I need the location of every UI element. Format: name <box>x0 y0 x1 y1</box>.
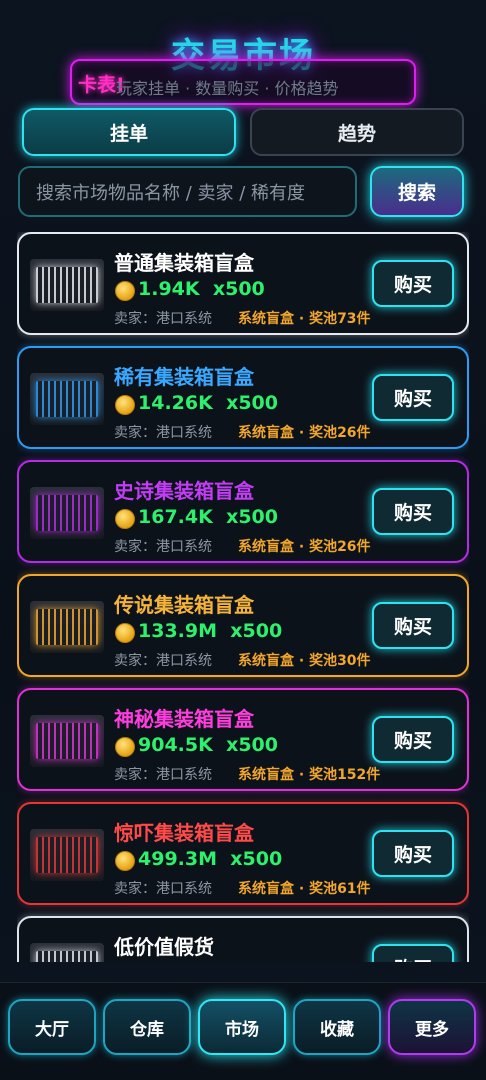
nav-market[interactable]: 市场 <box>198 999 286 1055</box>
price-value: 167.4K <box>138 506 213 528</box>
nav-warehouse[interactable]: 仓库 <box>103 999 191 1055</box>
pool-label: 系统盲盒 · 奖池152件 <box>238 767 381 783</box>
coin-icon <box>115 623 135 643</box>
buy-button[interactable]: 购买 <box>372 944 454 962</box>
tab-trends[interactable]: 趋势 <box>250 108 464 156</box>
buy-button[interactable]: 购买 <box>372 260 454 307</box>
item-price: 133.9M x500 <box>138 620 282 642</box>
item-name: 传说集装箱盲盒 <box>114 593 254 617</box>
price-value: 904.5K <box>138 734 213 756</box>
buy-button[interactable]: 购买 <box>372 602 454 649</box>
pool-label: 系统盲盒 · 奖池61件 <box>238 881 371 897</box>
coin-icon <box>115 281 135 301</box>
pool-label: 系统盲盒 · 奖池26件 <box>238 539 371 555</box>
search-placeholder: 搜索市场物品名称 / 卖家 / 稀有度 <box>36 182 306 204</box>
item-price: 904.5K x500 <box>138 734 278 756</box>
banner-text: 玩家挂单 · 数量购买 · 价格趋势 <box>116 79 339 98</box>
nav-more[interactable]: 更多 <box>388 999 476 1055</box>
container-thumbnail <box>30 259 104 311</box>
search-input[interactable]: 搜索市场物品名称 / 卖家 / 稀有度 <box>18 166 357 217</box>
market-item[interactable]: 神秘集装箱盲盒 904.5K x500 卖家：港口系统 系统盲盒 · 奖池152件 购买 <box>17 688 469 791</box>
container-thumbnail <box>30 373 104 425</box>
nav-lobby[interactable]: 大厅 <box>8 999 96 1055</box>
market-item[interactable]: 史诗集装箱盲盒 167.4K x500 卖家：港口系统 系统盲盒 · 奖池26件 购买 <box>17 460 469 563</box>
container-thumbnail <box>30 487 104 539</box>
price-value: 133.9M <box>138 620 218 642</box>
buy-button[interactable]: 购买 <box>372 374 454 421</box>
quantity-value: x500 <box>226 734 278 756</box>
nav-favorites[interactable]: 收藏 <box>293 999 381 1055</box>
item-name: 稀有集装箱盲盒 <box>114 365 254 389</box>
quantity-value: x500 <box>226 392 278 414</box>
quantity-value: x500 <box>230 620 283 642</box>
buy-button[interactable]: 购买 <box>372 830 454 877</box>
market-item[interactable]: 普通集装箱盲盒 1.94K x500 卖家：港口系统 系统盲盒 · 奖池73件 购买 <box>17 232 469 335</box>
coin-icon <box>115 395 135 415</box>
item-name: 神秘集装箱盲盒 <box>114 707 254 731</box>
seller-label: 卖家：港口系统 <box>114 653 212 669</box>
container-thumbnail <box>30 943 104 962</box>
price-value: 499.3M <box>138 848 218 870</box>
quantity-value: x500 <box>212 278 265 300</box>
price-value: 14.26K <box>138 392 213 414</box>
info-banner: 卡表! 玩家挂单 · 数量购买 · 价格趋势 <box>70 59 416 105</box>
seller-label: 卖家：港口系统 <box>114 425 212 441</box>
tab-listings[interactable]: 挂单 <box>22 108 236 156</box>
buy-button[interactable]: 购买 <box>372 488 454 535</box>
market-item[interactable]: 惊吓集装箱盲盒 499.3M x500 卖家：港口系统 系统盲盒 · 奖池61件 购买 <box>17 802 469 905</box>
market-item[interactable]: 低价值假货 购买 <box>17 916 469 962</box>
price-value: 1.94K <box>138 278 200 300</box>
coin-icon <box>115 737 135 757</box>
pool-label: 系统盲盒 · 奖池30件 <box>238 653 371 669</box>
bottom-nav: 大厅 仓库 市场 收藏 更多 <box>0 982 486 1080</box>
item-name: 低价值假货 <box>114 935 214 959</box>
item-price: 14.26K x500 <box>138 392 278 414</box>
container-thumbnail <box>30 601 104 653</box>
market-item[interactable]: 传说集装箱盲盒 133.9M x500 卖家：港口系统 系统盲盒 · 奖池30件 购买 <box>17 574 469 677</box>
buy-button[interactable]: 购买 <box>372 716 454 763</box>
seller-label: 卖家：港口系统 <box>114 311 212 327</box>
quantity-value: x500 <box>226 506 278 528</box>
seller-label: 卖家：港口系统 <box>114 767 212 783</box>
market-item[interactable]: 稀有集装箱盲盒 14.26K x500 卖家：港口系统 系统盲盒 · 奖池26件 购买 <box>17 346 469 449</box>
market-list[interactable]: 普通集装箱盲盒 1.94K x500 卖家：港口系统 系统盲盒 · 奖池73件 购买 稀有… <box>17 232 469 962</box>
container-thumbnail <box>30 829 104 881</box>
item-price: 499.3M x500 <box>138 848 282 870</box>
search-button[interactable]: 搜索 <box>370 166 464 217</box>
quantity-value: x500 <box>230 848 283 870</box>
container-thumbnail <box>30 715 104 767</box>
pool-label: 系统盲盒 · 奖池26件 <box>238 425 371 441</box>
item-name: 史诗集装箱盲盒 <box>114 479 254 503</box>
item-name: 惊吓集装箱盲盒 <box>114 821 254 845</box>
item-price: 1.94K x500 <box>138 278 265 300</box>
pool-label: 系统盲盒 · 奖池73件 <box>238 311 371 327</box>
coin-icon <box>115 851 135 871</box>
item-name: 普通集装箱盲盒 <box>114 251 254 275</box>
seller-label: 卖家：港口系统 <box>114 881 212 897</box>
seller-label: 卖家：港口系统 <box>114 539 212 555</box>
item-price: 167.4K x500 <box>138 506 278 528</box>
coin-icon <box>115 509 135 529</box>
